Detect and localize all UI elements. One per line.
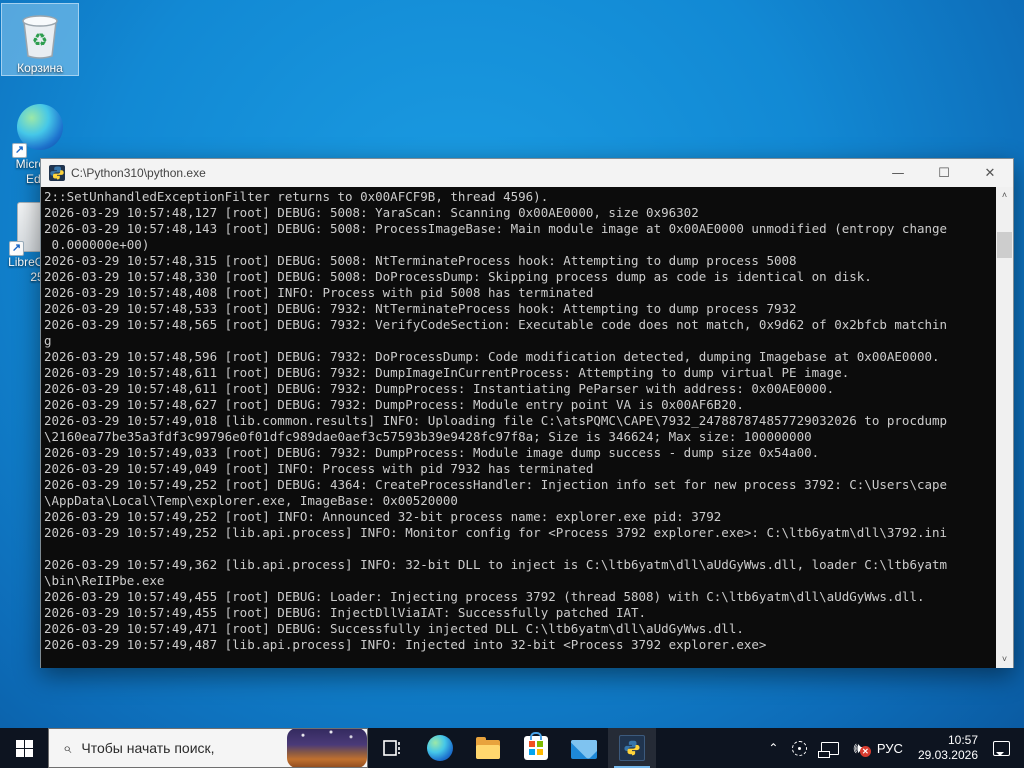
python-console-icon <box>619 735 645 761</box>
tray-volume-button[interactable]: 🕪 ✕ <box>846 728 871 768</box>
scroll-down-icon[interactable]: ˅ <box>996 651 1013 668</box>
notification-icon <box>993 740 1010 756</box>
clock-time: 10:57 <box>947 733 978 747</box>
edge-icon <box>427 735 453 761</box>
speaker-muted-icon: 🕪 ✕ <box>853 740 871 757</box>
mute-badge-icon: ✕ <box>859 745 871 757</box>
scrollbar-thumb[interactable] <box>997 232 1012 258</box>
console-lines: 2::SetUnhandledExceptionFilter returns t… <box>44 189 993 653</box>
console-line: 2026-03-29 10:57:49,362 [lib.api.process… <box>44 557 948 572</box>
svg-text:♻: ♻ <box>32 30 48 51</box>
console-window: C:\Python310\python.exe — ☐ ✕ 2::SetUnha… <box>40 158 1014 668</box>
console-line: 0.000000e+00) <box>44 237 150 252</box>
taskbar-store-button[interactable] <box>512 728 560 768</box>
console-line: 2026-03-29 10:57:48,596 [root] DEBUG: 79… <box>44 349 940 364</box>
console-line: 2026-03-29 10:57:48,627 [root] DEBUG: 79… <box>44 397 744 412</box>
desktop-icon-recycle-bin[interactable]: ♻ Корзина <box>1 3 79 76</box>
language-label: РУС <box>876 740 903 756</box>
console-line: 2026-03-29 10:57:48,611 [root] DEBUG: 79… <box>44 365 850 380</box>
scrollbar-track[interactable] <box>996 204 1013 651</box>
console-line: 2026-03-29 10:57:49,252 [root] DEBUG: 43… <box>44 477 948 492</box>
close-button[interactable]: ✕ <box>967 159 1013 187</box>
taskbar: ⌕ Чтобы начать поиск, ⌃ 🕪 ✕ РУС 10:57 29… <box>0 728 1024 768</box>
recycle-bin-icon: ♻ <box>14 8 66 60</box>
mail-icon <box>571 740 597 759</box>
window-titlebar[interactable]: C:\Python310\python.exe — ☐ ✕ <box>41 159 1013 187</box>
start-button[interactable] <box>0 728 48 768</box>
clock-date: 29.03.2026 <box>917 748 978 762</box>
console-line: 2026-03-29 10:57:48,143 [root] DEBUG: 50… <box>44 221 948 236</box>
windows-logo-icon <box>15 739 33 757</box>
agent-status-icon <box>792 740 808 756</box>
console-line: 2026-03-29 10:57:48,408 [root] INFO: Pro… <box>44 285 594 300</box>
console-line: 2026-03-29 10:57:49,455 [root] DEBUG: In… <box>44 605 647 620</box>
task-view-icon <box>383 740 400 756</box>
console-line: 2026-03-29 10:57:48,315 [root] DEBUG: 50… <box>44 253 797 268</box>
console-line: 2026-03-29 10:57:48,127 [root] DEBUG: 50… <box>44 205 699 220</box>
maximize-button[interactable]: ☐ <box>921 159 967 187</box>
console-line: 2026-03-29 10:57:49,252 [lib.api.process… <box>44 525 948 540</box>
tray-agent-button[interactable] <box>785 728 814 768</box>
desktop: ♻ Корзина ↗ Microsoft Edge ↗ LibreOffice… <box>0 0 1024 768</box>
minimize-button[interactable]: — <box>875 159 921 187</box>
search-icon: ⌕ <box>63 739 72 757</box>
search-box[interactable]: ⌕ Чтобы начать поиск, <box>48 728 368 768</box>
console-line: 2026-03-29 10:57:48,565 [root] DEBUG: 79… <box>44 317 948 332</box>
search-placeholder: Чтобы начать поиск, <box>81 740 215 756</box>
ethernet-network-icon <box>818 741 840 758</box>
console-line: \AppData\Local\Temp\explorer.exe, ImageB… <box>44 493 458 508</box>
window-title: C:\Python310\python.exe <box>71 166 206 180</box>
microsoft-store-icon <box>524 732 548 760</box>
console-line: 2026-03-29 10:57:48,533 [root] DEBUG: 79… <box>44 301 797 316</box>
console-line: 2026-03-29 10:57:49,033 [root] DEBUG: 79… <box>44 445 820 460</box>
python-app-icon <box>49 165 65 181</box>
console-line: 2::SetUnhandledExceptionFilter returns t… <box>44 189 549 204</box>
tray-language-button[interactable]: РУС <box>870 728 910 768</box>
search-highlights-image[interactable] <box>287 729 367 767</box>
system-tray: ⌃ 🕪 ✕ РУС 10:57 29.03.2026 <box>761 728 1024 768</box>
shortcut-arrow-icon: ↗ <box>9 241 24 256</box>
console-line: \bin\ReIIPbe.exe <box>44 573 165 588</box>
console-line: 2026-03-29 10:57:48,330 [root] DEBUG: 50… <box>44 269 872 284</box>
taskbar-explorer-button[interactable] <box>464 728 512 768</box>
console-line: \2160ea77be35a3fdf3c99796e0f01dfc989dae0… <box>44 429 812 444</box>
desktop-icon-label: Корзина <box>17 61 63 75</box>
file-explorer-icon <box>476 737 500 759</box>
edge-icon: ↗ <box>12 104 66 158</box>
taskbar-edge-button[interactable] <box>416 728 464 768</box>
task-view-button[interactable] <box>368 728 416 768</box>
console-line: 2026-03-29 10:57:48,611 [root] DEBUG: 79… <box>44 381 835 396</box>
action-center-button[interactable] <box>986 728 1024 768</box>
tray-network-button[interactable] <box>814 728 846 768</box>
chevron-up-icon: ⌃ <box>768 741 779 755</box>
console-line: 2026-03-29 10:57:49,018 [lib.common.resu… <box>44 413 948 428</box>
vertical-scrollbar[interactable]: ˄ ˅ <box>996 187 1013 668</box>
tray-clock-button[interactable]: 10:57 29.03.2026 <box>910 728 986 768</box>
scroll-up-icon[interactable]: ˄ <box>996 187 1013 204</box>
tray-overflow-button[interactable]: ⌃ <box>761 728 785 768</box>
console-line: 2026-03-29 10:57:49,455 [root] DEBUG: Lo… <box>44 589 925 604</box>
console-line: 2026-03-29 10:57:49,487 [lib.api.process… <box>44 637 767 652</box>
console-output: 2::SetUnhandledExceptionFilter returns t… <box>41 187 1013 668</box>
console-line: g <box>44 333 52 348</box>
taskbar-python-console-button[interactable] <box>608 728 656 768</box>
console-line: 2026-03-29 10:57:49,471 [root] DEBUG: Su… <box>44 621 744 636</box>
console-line: 2026-03-29 10:57:49,252 [root] INFO: Ann… <box>44 509 722 524</box>
taskbar-mail-button[interactable] <box>560 728 608 768</box>
shortcut-arrow-icon: ↗ <box>12 143 27 158</box>
console-line: 2026-03-29 10:57:49,049 [root] INFO: Pro… <box>44 461 594 476</box>
